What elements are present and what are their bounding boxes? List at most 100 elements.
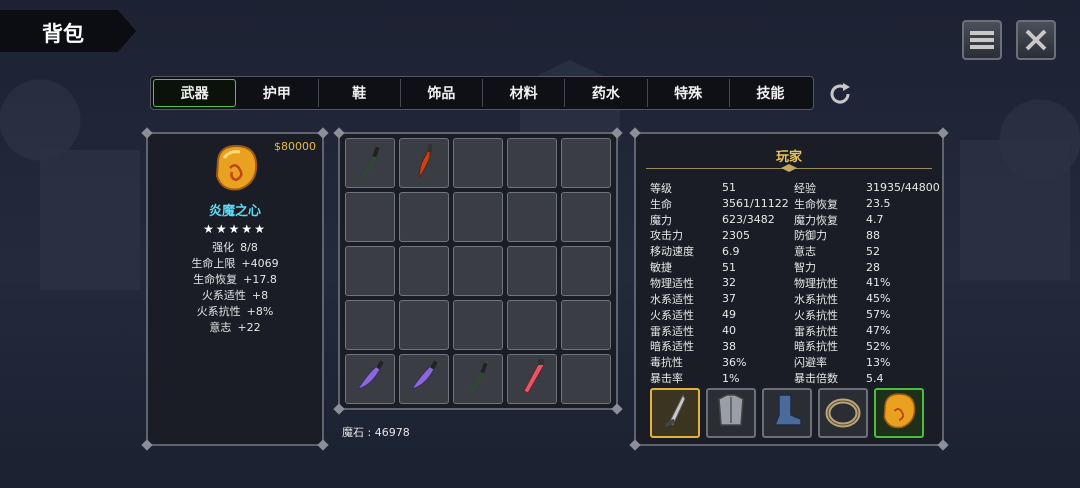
- stat-value: 57%: [866, 308, 891, 322]
- tab-special[interactable]: 特殊: [648, 79, 730, 107]
- equipment-slot[interactable]: [818, 388, 868, 438]
- stat-row: 火系适性 49 火系抗性 57%: [650, 307, 940, 323]
- green-dagger-icon: [350, 141, 390, 185]
- player-stats-panel: 玩家 等级 51 经验 31935/44800 生命 3561/11122 生命恢复 23.5…: [629, 127, 949, 451]
- stat-label: 移动速度: [650, 245, 694, 259]
- stat-row: 移动速度 6.9 意志 52: [650, 243, 940, 259]
- stat-value: 13%: [866, 355, 891, 369]
- inventory-slot[interactable]: [507, 138, 557, 188]
- stat-label: 水系适性: [650, 292, 694, 306]
- inventory-slot[interactable]: [507, 300, 557, 350]
- stat-value: 52: [866, 244, 880, 258]
- stat-value: 41%: [866, 276, 891, 290]
- tab-skill[interactable]: 技能: [730, 79, 811, 107]
- item-stat-line: 意志 +22: [209, 321, 261, 334]
- inventory-slot[interactable]: [561, 246, 611, 296]
- inventory-slot[interactable]: [453, 300, 503, 350]
- refresh-button[interactable]: [826, 80, 854, 108]
- stat-label: 敏捷: [650, 261, 672, 275]
- inventory-slot[interactable]: [399, 354, 449, 404]
- red-curved-dagger-icon: [404, 141, 444, 185]
- stat-value: 52%: [866, 339, 891, 353]
- inventory-slot[interactable]: [507, 246, 557, 296]
- inventory-slot[interactable]: [399, 138, 449, 188]
- inventory-slot[interactable]: [399, 246, 449, 296]
- stat-value: 88: [866, 228, 880, 242]
- ring-icon: [823, 391, 863, 435]
- stat-value: 38: [722, 339, 736, 353]
- menu-icon: [970, 31, 994, 49]
- inventory-slot[interactable]: [345, 138, 395, 188]
- stat-row: 暴击率 1% 暴击倍数 5.4: [650, 370, 940, 386]
- stat-label: 魔力: [650, 213, 672, 227]
- equipment-slot[interactable]: [706, 388, 756, 438]
- stat-row: 雷系适性 40 雷系抗性 47%: [650, 323, 940, 339]
- stat-label: 暗系适性: [650, 340, 694, 354]
- inventory-slot[interactable]: [345, 354, 395, 404]
- item-stat-line: 火系抗性 +8%: [196, 305, 274, 318]
- stat-label: 暴击率: [650, 372, 683, 386]
- stat-row: 水系适性 37 水系抗性 45%: [650, 291, 940, 307]
- stat-value: 1%: [722, 371, 740, 385]
- inventory-slot[interactable]: [345, 192, 395, 242]
- inventory-slot[interactable]: [399, 300, 449, 350]
- inventory-slot[interactable]: [561, 354, 611, 404]
- stat-value: 2305: [722, 228, 750, 242]
- tab-material[interactable]: 材料: [483, 79, 566, 107]
- tab-accessory[interactable]: 饰品: [401, 79, 483, 107]
- item-stars: ★★★★★: [203, 222, 267, 236]
- stat-row: 物理适性 32 物理抗性 41%: [650, 275, 940, 291]
- inventory-slot[interactable]: [453, 354, 503, 404]
- inventory-slot[interactable]: [507, 192, 557, 242]
- inventory-slot[interactable]: [453, 192, 503, 242]
- inventory-slot[interactable]: [345, 300, 395, 350]
- inventory-slot[interactable]: [345, 246, 395, 296]
- tab-potion[interactable]: 药水: [565, 79, 648, 107]
- stat-label: 智力: [794, 261, 816, 275]
- inventory-slot[interactable]: [453, 138, 503, 188]
- stat-value: 40: [722, 324, 736, 338]
- inventory-slot[interactable]: [507, 354, 557, 404]
- item-stat-line: 生命恢复 +17.8: [193, 273, 277, 286]
- background-tower-left: [40, 150, 140, 290]
- tab-weapon[interactable]: 武器: [153, 79, 237, 107]
- equipment-slot[interactable]: [762, 388, 812, 438]
- item-stat-line: 火系适性 +8: [201, 289, 269, 302]
- stat-label: 火系抗性: [794, 308, 838, 322]
- stat-label: 火系适性: [650, 308, 694, 322]
- close-button[interactable]: [1016, 20, 1056, 60]
- stat-row: 等级 51 经验 31935/44800: [650, 180, 940, 196]
- menu-button[interactable]: [962, 20, 1002, 60]
- stat-label: 经验: [794, 181, 816, 195]
- stat-label: 意志: [794, 245, 816, 259]
- inventory-slot[interactable]: [561, 300, 611, 350]
- stat-label: 生命恢复: [794, 197, 838, 211]
- equipment-slots: [650, 388, 924, 438]
- inventory-slot[interactable]: [399, 192, 449, 242]
- stat-label: 水系抗性: [794, 292, 838, 306]
- armor-icon: [711, 391, 751, 435]
- stat-label: 物理抗性: [794, 276, 838, 290]
- stat-value: 31935/44800: [866, 181, 940, 195]
- tab-armor[interactable]: 护甲: [236, 79, 319, 107]
- stat-value: 623/3482: [722, 213, 775, 227]
- inventory-slot[interactable]: [561, 138, 611, 188]
- stat-value: 49: [722, 308, 736, 322]
- inventory-slot[interactable]: [453, 246, 503, 296]
- stat-value: 51: [722, 260, 736, 274]
- stat-value: 6.9: [722, 244, 740, 258]
- equipment-slot[interactable]: [874, 388, 924, 438]
- currency-counter: 魔石 : 46978: [342, 426, 410, 439]
- item-name: 炎魔之心: [208, 204, 261, 219]
- inventory-slot[interactable]: [561, 192, 611, 242]
- stat-label: 雷系抗性: [794, 324, 838, 338]
- stat-row: 攻击力 2305 防御力 88: [650, 228, 940, 244]
- stat-value: 45%: [866, 292, 891, 306]
- stat-label: 等级: [650, 181, 672, 195]
- stat-value: 36%: [722, 355, 747, 369]
- tab-shoes[interactable]: 鞋: [319, 79, 401, 107]
- stat-row: 毒抗性 36% 闪避率 13%: [650, 354, 940, 370]
- stat-label: 毒抗性: [650, 356, 683, 370]
- equipment-slot[interactable]: [650, 388, 700, 438]
- item-price: $80000: [274, 140, 316, 153]
